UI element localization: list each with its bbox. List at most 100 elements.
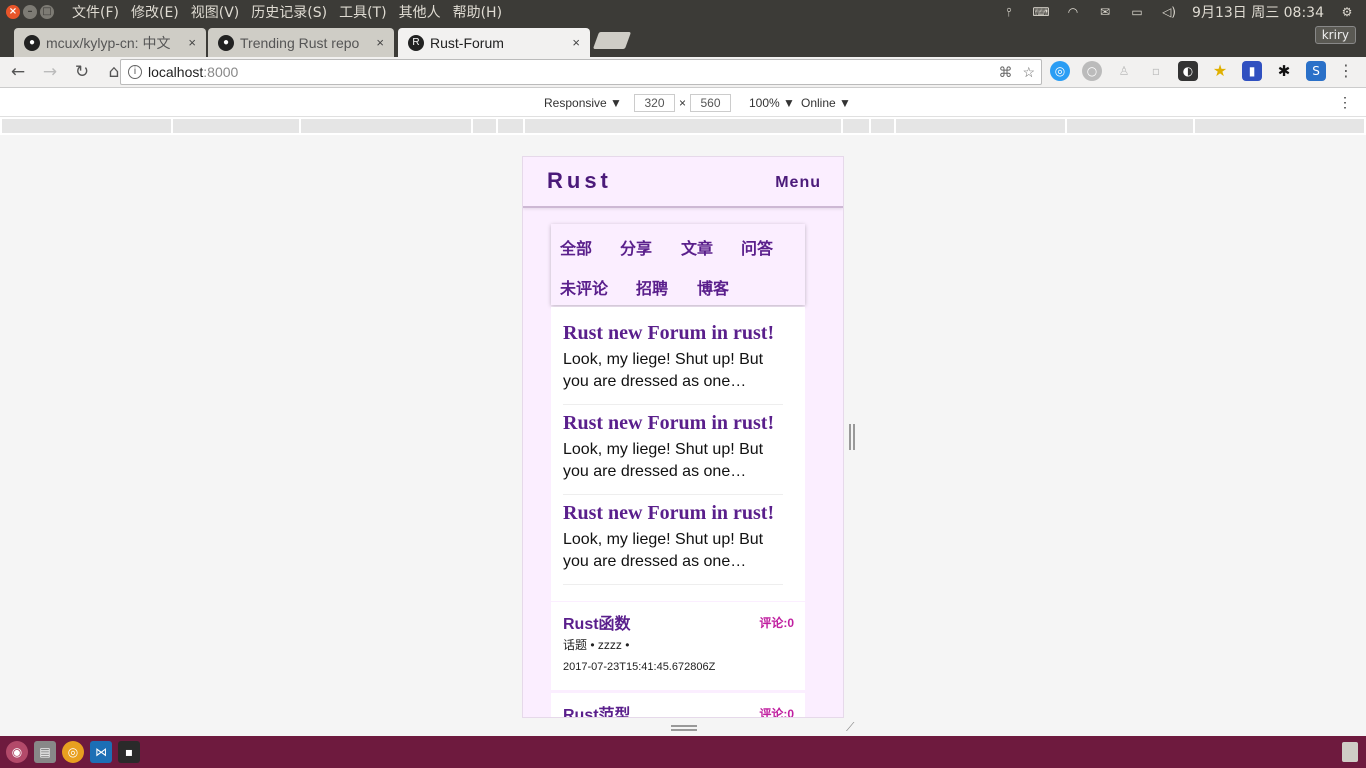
files-icon[interactable]: ▤: [34, 741, 56, 763]
clock[interactable]: 9月13日 周三 08:34: [1192, 2, 1324, 22]
category-jobs[interactable]: 招聘: [636, 275, 668, 299]
trash-icon[interactable]: [1342, 742, 1358, 762]
tab-strip: ● mcux/kylyp-cn: 中文 × ● Trending Rust re…: [0, 24, 1366, 57]
pin-icon[interactable]: ⫯: [1000, 5, 1018, 19]
category-share[interactable]: 分享: [620, 235, 652, 259]
bookmark-star-icon[interactable]: ☆: [1022, 64, 1035, 81]
media-query-segment[interactable]: [1195, 119, 1364, 133]
width-input[interactable]: 320: [634, 94, 675, 112]
category-blog[interactable]: 博客: [697, 275, 729, 299]
extension-icon[interactable]: ▮: [1242, 61, 1262, 81]
network-select[interactable]: Online ▼: [801, 96, 851, 110]
translate-icon[interactable]: ⌘: [998, 64, 1012, 81]
menu-edit[interactable]: 修改(E): [125, 2, 185, 22]
device-options-icon[interactable]: ⋮: [1338, 94, 1352, 111]
close-icon[interactable]: ×: [188, 35, 196, 50]
topic-title[interactable]: Rust范型: [563, 701, 631, 717]
menu-tools[interactable]: 工具(T): [333, 2, 392, 22]
system-tray: ⫯ ⌨ ◠ ✉ ▭ ◁) 9月13日 周三 08:34 ⚙: [1000, 2, 1366, 22]
os-top-panel: × – □ 文件(F) 修改(E) 视图(V) 历史记录(S) 工具(T) 其他…: [0, 0, 1366, 24]
list-item[interactable]: Rust new Forum in rust! Look, my liege! …: [563, 410, 783, 495]
tab-title: Trending Rust repo: [240, 34, 360, 51]
media-query-segment[interactable]: [525, 119, 841, 133]
battery-icon[interactable]: ▭: [1128, 5, 1146, 19]
media-query-bar: [0, 117, 1366, 135]
forward-icon[interactable]: →: [36, 62, 64, 82]
extension-icon[interactable]: S: [1306, 61, 1326, 81]
media-query-segment[interactable]: [473, 119, 496, 133]
extension-icon[interactable]: ♙: [1114, 61, 1134, 81]
extension-icon[interactable]: ◎: [1050, 61, 1070, 81]
media-query-segment[interactable]: [173, 119, 299, 133]
viewport-stage: Rust Menu 全部 分享 文章 问答 未评论 招聘 博客 Rust new…: [0, 135, 1366, 736]
zoom-select[interactable]: 100% ▼: [749, 96, 795, 110]
media-query-segment[interactable]: [871, 119, 894, 133]
height-input[interactable]: 560: [690, 94, 731, 112]
dimension-separator: ×: [679, 96, 687, 110]
topic-row[interactable]: Rust函数 评论:0 话题 • zzzz • 2017-07-23T15:41…: [551, 602, 805, 690]
close-icon[interactable]: ×: [376, 35, 384, 50]
star-extension-icon[interactable]: ★: [1210, 61, 1230, 81]
minimize-window-icon[interactable]: –: [23, 5, 37, 19]
extension-icon[interactable]: ✱: [1274, 61, 1294, 81]
post-excerpt: Look, my liege! Shut up! But you are dre…: [563, 441, 764, 480]
close-icon[interactable]: ×: [572, 35, 580, 50]
new-tab-button[interactable]: [592, 32, 632, 49]
keyboard-icon[interactable]: ⌨: [1032, 5, 1050, 19]
topic-title[interactable]: Rust函数: [563, 610, 631, 634]
wifi-icon[interactable]: ◠: [1064, 5, 1082, 19]
menu-history[interactable]: 历史记录(S): [245, 2, 333, 22]
vscode-icon[interactable]: ⋈: [90, 741, 112, 763]
category-uncommented[interactable]: 未评论: [560, 275, 608, 299]
launcher-bar: ◉ ▤ ◎ ⋈ ▪: [0, 736, 1366, 768]
post-title[interactable]: Rust new Forum in rust!: [563, 322, 783, 345]
category-qa[interactable]: 问答: [741, 235, 773, 259]
browser-menu-icon[interactable]: ⋮: [1338, 61, 1354, 80]
topic-timestamp: 2017-07-23T15:41:45.672806Z: [563, 661, 716, 673]
rust-icon: R: [408, 34, 424, 51]
menu-button[interactable]: Menu: [775, 174, 821, 192]
media-query-segment[interactable]: [1067, 119, 1193, 133]
responsive-select[interactable]: Responsive ▼: [544, 96, 622, 110]
resize-handle-corner-icon[interactable]: ⟋: [846, 720, 860, 734]
extension-icon[interactable]: ▫: [1146, 61, 1166, 81]
ubuntu-logo-icon[interactable]: ◉: [6, 741, 28, 763]
list-item[interactable]: Rust new Forum in rust! Look, my liege! …: [563, 500, 783, 585]
topic-row[interactable]: Rust范型 评论:0: [551, 693, 805, 717]
mail-icon[interactable]: ✉: [1096, 5, 1114, 19]
post-title[interactable]: Rust new Forum in rust!: [563, 502, 783, 525]
menu-help[interactable]: 帮助(H): [447, 2, 508, 22]
category-article[interactable]: 文章: [681, 235, 713, 259]
tab-kylyp[interactable]: ● mcux/kylyp-cn: 中文 ×: [14, 28, 206, 57]
media-query-segment[interactable]: [896, 119, 1065, 133]
extension-icon[interactable]: ○: [1082, 61, 1102, 81]
tab-rust-forum[interactable]: R Rust-Forum ×: [398, 28, 590, 57]
site-brand[interactable]: Rust: [547, 168, 612, 194]
post-title[interactable]: Rust new Forum in rust!: [563, 412, 783, 435]
media-query-segment[interactable]: [498, 119, 523, 133]
reload-icon[interactable]: ↻: [68, 62, 96, 82]
terminal-icon[interactable]: ▪: [118, 741, 140, 763]
maximize-window-icon[interactable]: □: [40, 5, 54, 19]
chrome-icon[interactable]: ◎: [62, 741, 84, 763]
comment-count: 评论:0: [759, 616, 794, 630]
resize-handle-bottom[interactable]: [671, 725, 697, 731]
media-query-segment[interactable]: [843, 119, 869, 133]
list-item[interactable]: Rust new Forum in rust! Look, my liege! …: [563, 320, 783, 405]
gear-icon[interactable]: ⚙: [1338, 5, 1356, 19]
volume-icon[interactable]: ◁): [1160, 5, 1178, 19]
category-all[interactable]: 全部: [560, 235, 592, 259]
menu-view[interactable]: 视图(V): [185, 2, 246, 22]
extension-icon[interactable]: ◐: [1178, 61, 1198, 81]
back-icon[interactable]: ←: [4, 62, 32, 82]
media-query-segment[interactable]: [2, 119, 171, 133]
menu-file[interactable]: 文件(F): [66, 2, 125, 22]
menu-others[interactable]: 其他人: [393, 2, 447, 22]
address-bar[interactable]: i localhost :8000 ⌘ ☆: [120, 59, 1042, 85]
media-query-segment[interactable]: [301, 119, 471, 133]
tab-trending[interactable]: ● Trending Rust repo ×: [208, 28, 394, 57]
profile-button[interactable]: kriry: [1314, 26, 1356, 44]
info-icon[interactable]: i: [128, 65, 142, 79]
close-window-icon[interactable]: ×: [6, 5, 20, 19]
resize-handle-right[interactable]: [849, 424, 855, 450]
